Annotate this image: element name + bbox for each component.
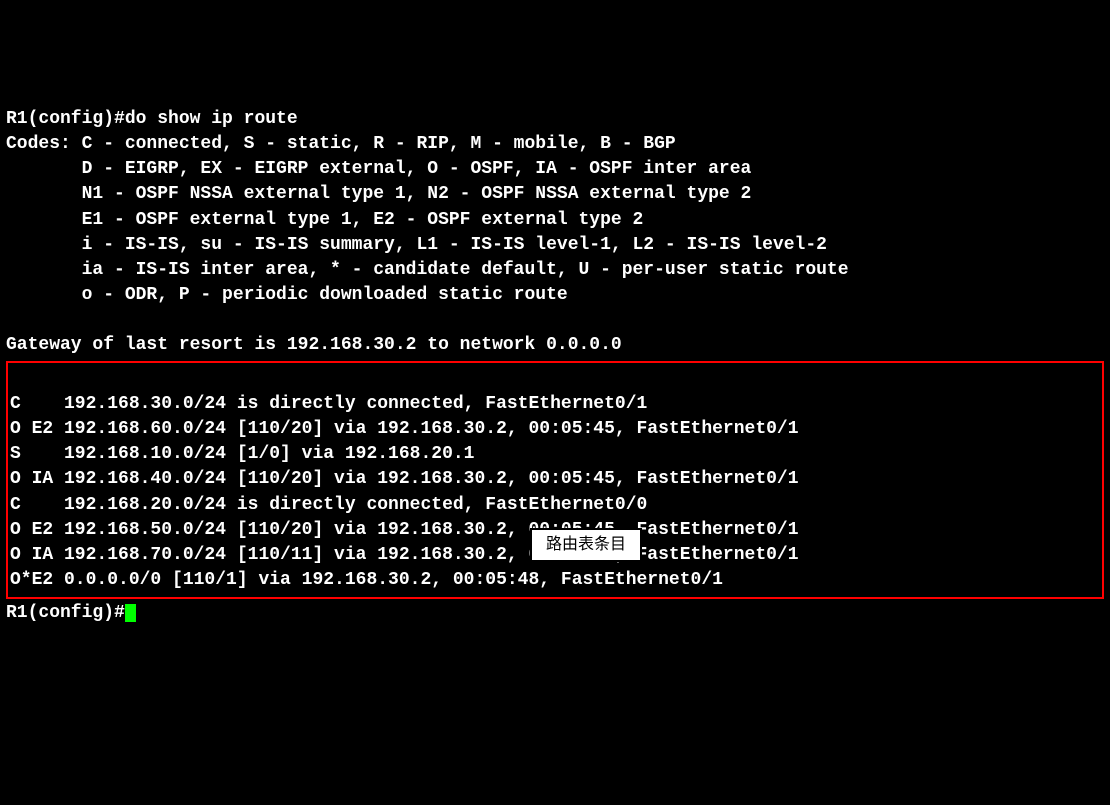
route-entry: C 192.168.20.0/24 is directly connected,… (10, 495, 647, 515)
route-entry: O E2 192.168.50.0/24 [110/20] via 192.16… (10, 520, 799, 540)
codes-line: i - IS-IS, su - IS-IS summary, L1 - IS-I… (6, 235, 827, 255)
route-entry: O*E2 0.0.0.0/0 [110/1] via 192.168.30.2,… (10, 570, 723, 590)
route-entry: O E2 192.168.60.0/24 [110/20] via 192.16… (10, 419, 799, 439)
prompt: R1(config)# (6, 109, 125, 129)
codes-line: D - EIGRP, EX - EIGRP external, O - OSPF… (6, 159, 751, 179)
codes-line: Codes: C - connected, S - static, R - RI… (6, 134, 676, 154)
codes-line: o - ODR, P - periodic downloaded static … (6, 285, 568, 305)
gateway-line: Gateway of last resort is 192.168.30.2 t… (6, 335, 622, 355)
codes-line: ia - IS-IS inter area, * - candidate def… (6, 260, 849, 280)
route-entry: S 192.168.10.0/24 [1/0] via 192.168.20.1 (10, 444, 474, 464)
route-entry: O IA 192.168.40.0/24 [110/20] via 192.16… (10, 469, 799, 489)
cursor-icon (125, 604, 136, 622)
annotation-label: 路由表条目 (530, 528, 642, 562)
route-entry: C 192.168.30.0/24 is directly connected,… (10, 394, 647, 414)
command-text: do show ip route (125, 109, 298, 129)
codes-line: E1 - OSPF external type 1, E2 - OSPF ext… (6, 210, 643, 230)
route-table-highlight: C 192.168.30.0/24 is directly connected,… (6, 361, 1104, 600)
codes-line: N1 - OSPF NSSA external type 1, N2 - OSP… (6, 184, 751, 204)
route-entry: O IA 192.168.70.0/24 [110/11] via 192.16… (10, 545, 799, 565)
prompt: R1(config)# (6, 603, 125, 623)
